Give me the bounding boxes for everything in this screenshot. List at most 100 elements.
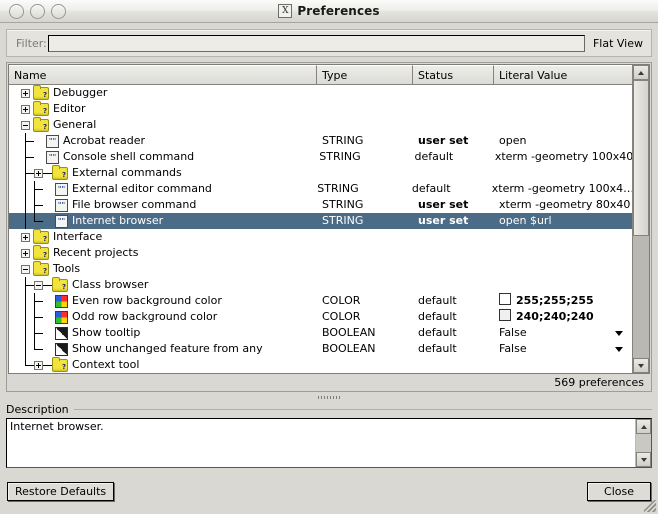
tree-row-literal-value-cell[interactable] bbox=[494, 165, 632, 181]
description-scroll-up-icon[interactable] bbox=[636, 419, 651, 434]
tree-row-literal-value-cell[interactable] bbox=[494, 85, 632, 101]
tree-row-literal-value-cell[interactable] bbox=[494, 229, 632, 245]
tree-row[interactable]: Class browser bbox=[9, 277, 632, 293]
tree-row-literal-value-cell[interactable]: False bbox=[494, 341, 632, 357]
tree-row-name-cell[interactable]: Console shell command bbox=[9, 149, 314, 165]
tree-row-name-cell[interactable]: External commands bbox=[9, 165, 317, 181]
close-button[interactable] bbox=[9, 3, 24, 19]
tree-table-area: NameTypeStatusLiteral Value Debugger Edit… bbox=[8, 64, 650, 374]
tree-row-literal-value-cell[interactable] bbox=[494, 245, 632, 261]
tree-row[interactable]: File browser command STRING user set xterm … bbox=[9, 197, 632, 213]
chevron-down-icon[interactable] bbox=[615, 331, 623, 336]
tree-row-literal-value-cell[interactable] bbox=[494, 117, 632, 133]
expand-node-icon[interactable] bbox=[21, 88, 30, 98]
tree-row[interactable]: Show unchanged feature from any BOOLEAN de… bbox=[9, 341, 632, 357]
expand-node-icon[interactable] bbox=[34, 360, 43, 370]
tree-row[interactable]: Odd row background color COLOR default 240;… bbox=[9, 309, 632, 325]
tree-row-name-cell[interactable]: Acrobat reader bbox=[9, 133, 317, 149]
tree-row-name-cell[interactable]: Even row background color bbox=[9, 293, 317, 309]
tree-row-status-cell: default bbox=[418, 310, 457, 323]
tree-row-status-cell: default bbox=[414, 150, 454, 163]
tree-row[interactable]: Internet browser STRING user set open $url bbox=[9, 213, 632, 229]
tree-row[interactable]: Acrobat reader STRING user set open bbox=[9, 133, 632, 149]
tree-row[interactable]: Tools bbox=[9, 261, 632, 277]
close-dialog-button[interactable]: Close bbox=[587, 481, 651, 501]
tree-row-literal-value-cell[interactable]: 255;255;255 bbox=[494, 293, 632, 309]
tree-row-literal-value-cell[interactable]: 240;240;240 bbox=[494, 309, 632, 325]
color-swatch[interactable] bbox=[499, 293, 511, 305]
tree-row-name-cell[interactable]: Odd row background color bbox=[9, 309, 317, 325]
tree-row[interactable]: Interface bbox=[9, 229, 632, 245]
collapse-node-icon[interactable] bbox=[21, 264, 30, 274]
tree-row-literal-value-cell[interactable] bbox=[494, 277, 632, 293]
split-pane-divider[interactable] bbox=[0, 392, 658, 402]
tree-row-label: General bbox=[53, 118, 97, 131]
tree-row-literal-value-cell[interactable] bbox=[494, 357, 632, 373]
tree-row-name-cell[interactable]: Tools bbox=[9, 261, 317, 277]
tree-row-literal-value-cell[interactable]: False bbox=[494, 325, 632, 341]
tree-line-vertical bbox=[21, 213, 30, 229]
tree-row-name-cell[interactable]: Interface bbox=[9, 229, 317, 245]
tree-row[interactable]: General bbox=[9, 117, 632, 133]
tree-row-name-cell[interactable]: Internet browser bbox=[9, 213, 317, 229]
scroll-up-arrow-icon[interactable] bbox=[633, 65, 649, 80]
collapse-node-icon[interactable] bbox=[21, 120, 30, 130]
flat-view-button[interactable]: Flat View bbox=[593, 37, 643, 50]
zoom-button[interactable] bbox=[51, 3, 66, 19]
tree-row[interactable]: Console shell command STRING default xterm … bbox=[9, 149, 632, 165]
column-header-literal-value[interactable]: Literal Value bbox=[494, 65, 632, 84]
tree-row-name-cell[interactable]: General bbox=[9, 117, 317, 133]
expand-node-icon[interactable] bbox=[21, 232, 30, 242]
tree-row-name-cell[interactable]: Editor bbox=[9, 101, 317, 117]
minimize-button[interactable] bbox=[30, 3, 45, 19]
description-scroll-down-icon[interactable] bbox=[636, 452, 651, 467]
tree-row[interactable]: Even row background color COLOR default 255… bbox=[9, 293, 632, 309]
scroll-down-arrow-icon[interactable] bbox=[633, 358, 649, 373]
tree-row-name-cell[interactable]: External editor command bbox=[9, 181, 312, 197]
expand-node-icon[interactable] bbox=[34, 168, 43, 178]
tree-row-name-cell[interactable]: Debugger bbox=[9, 85, 317, 101]
tree-row-name-cell[interactable]: Context tool bbox=[9, 357, 317, 373]
tree-row[interactable]: Context tool bbox=[9, 357, 632, 373]
tree-line-branch bbox=[30, 341, 43, 357]
tree-row[interactable]: Show tooltip BOOLEAN default False bbox=[9, 325, 632, 341]
tree-row-name-cell[interactable]: Show unchanged feature from any bbox=[9, 341, 317, 357]
column-header-type[interactable]: Type bbox=[317, 65, 413, 84]
tree-row[interactable]: Editor bbox=[9, 101, 632, 117]
collapse-node-icon[interactable] bbox=[34, 280, 43, 290]
tree-row-literal-value-cell[interactable]: xterm -geometry 100x40 bbox=[490, 149, 632, 165]
tree-row-status-cell: default bbox=[418, 326, 457, 339]
tree-row-literal-value-cell[interactable]: open bbox=[494, 133, 632, 149]
tree-line-branch bbox=[21, 149, 34, 165]
description-scrollbar[interactable] bbox=[636, 419, 651, 467]
splitter-grip-icon bbox=[318, 395, 340, 399]
tree-row-literal-value-cell[interactable]: open $url bbox=[494, 213, 632, 229]
tree-row[interactable]: Recent projects bbox=[9, 245, 632, 261]
expand-node-icon[interactable] bbox=[21, 248, 30, 258]
restore-defaults-button[interactable]: Restore Defaults bbox=[7, 481, 115, 501]
tree-row-name-cell[interactable]: Class browser bbox=[9, 277, 317, 293]
color-swatch[interactable] bbox=[499, 309, 511, 321]
tree-row-literal-value-cell[interactable] bbox=[494, 101, 632, 117]
tree-vertical-scrollbar[interactable] bbox=[632, 65, 649, 373]
tree-row-name-cell[interactable]: Show tooltip bbox=[9, 325, 317, 341]
expand-node-icon[interactable] bbox=[21, 104, 30, 114]
tree-row-literal-value-cell[interactable] bbox=[494, 261, 632, 277]
tree-row-literal-value-cell[interactable]: xterm -geometry 80x40 bbox=[494, 197, 632, 213]
column-header-name[interactable]: Name bbox=[9, 65, 317, 84]
description-text[interactable]: Internet browser. bbox=[7, 419, 636, 467]
tree-row[interactable]: External commands bbox=[9, 165, 632, 181]
tree-row-literal-value-cell[interactable]: xterm -geometry 100x4… bbox=[487, 181, 632, 197]
chevron-down-icon[interactable] bbox=[615, 347, 623, 352]
tree-row[interactable]: Debugger bbox=[9, 85, 632, 101]
resize-grip-icon[interactable] bbox=[644, 500, 656, 512]
tree-row-name-cell[interactable]: File browser command bbox=[9, 197, 317, 213]
filter-bar: Filter: Flat View bbox=[6, 29, 652, 57]
scrollbar-thumb[interactable] bbox=[633, 80, 649, 236]
tree-row[interactable]: External editor command STRING default xter… bbox=[9, 181, 632, 197]
column-header-status[interactable]: Status bbox=[413, 65, 494, 84]
tree-row-name-cell[interactable]: Recent projects bbox=[9, 245, 317, 261]
filter-input[interactable] bbox=[47, 34, 585, 52]
scrollbar-track[interactable] bbox=[633, 80, 649, 358]
description-scroll-track[interactable] bbox=[636, 434, 651, 452]
